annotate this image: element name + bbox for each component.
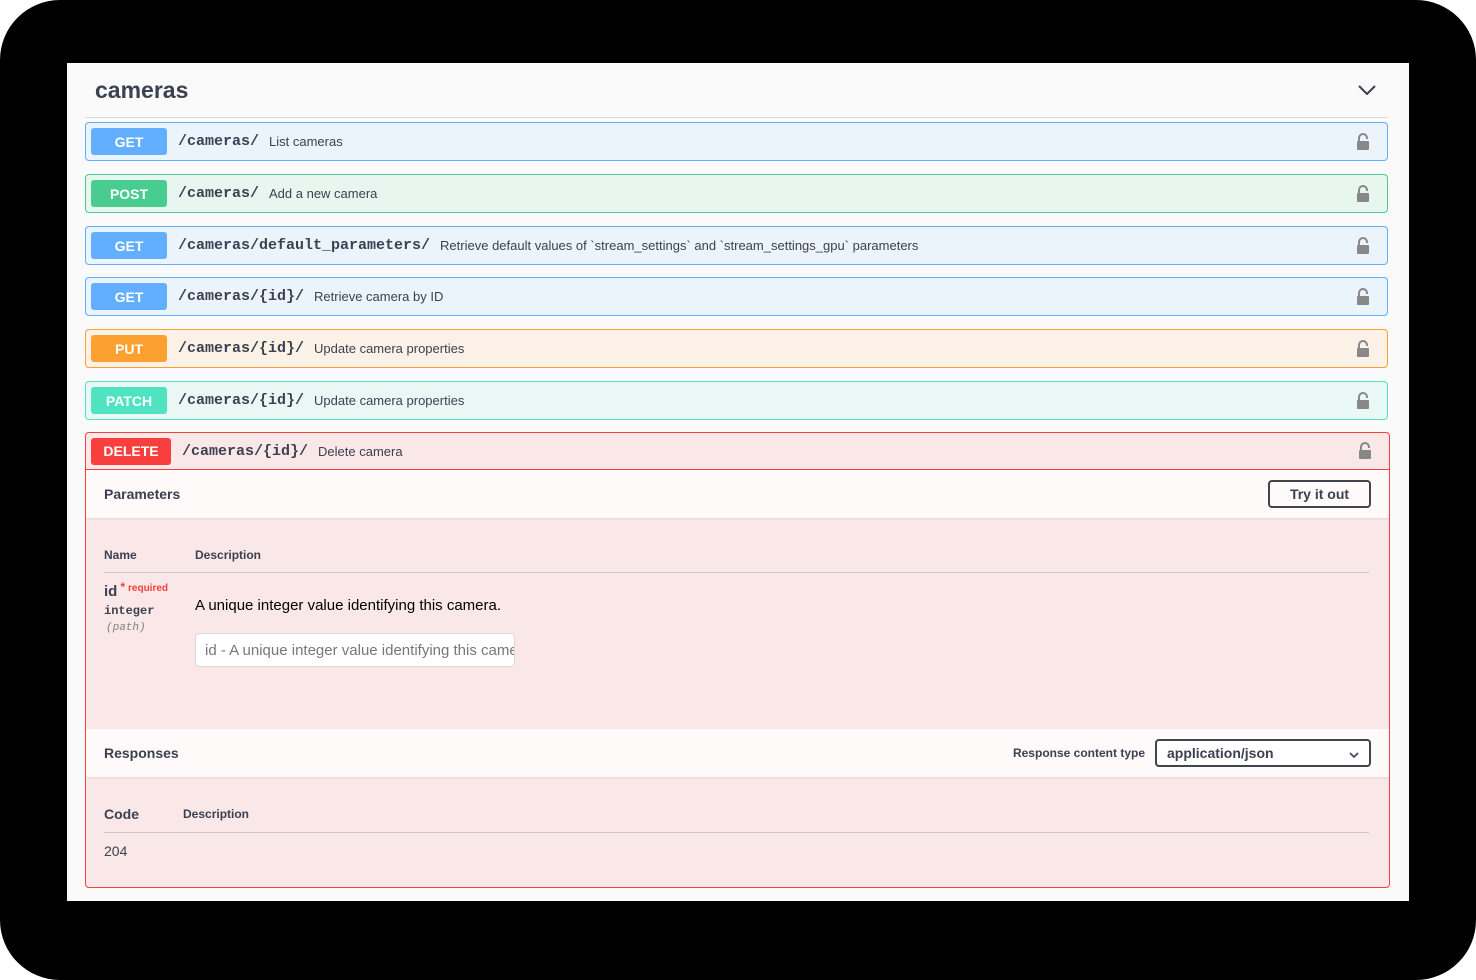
response-col-description: Description [183, 807, 250, 821]
required-star: * [120, 580, 126, 594]
method-badge: DELETE [91, 437, 171, 465]
operation-path: /cameras/{id}/ [178, 340, 305, 357]
chevron-down-icon [1349, 745, 1359, 761]
param-location: (path) [106, 622, 146, 634]
chevron-down-icon[interactable] [1356, 79, 1378, 101]
operation-summary: Retrieve camera by ID [314, 289, 444, 304]
lock-icon[interactable] [1356, 133, 1370, 151]
tag-header-cameras[interactable]: cameras [85, 63, 1388, 118]
swagger-screen: cameras GET /cameras/ List cameras POST … [67, 63, 1409, 901]
operation-get-default-parameters[interactable]: GET /cameras/default_parameters/ Retriev… [85, 226, 1388, 265]
operation-put-camera[interactable]: PUT /cameras/{id}/ Update camera propert… [85, 329, 1388, 368]
operation-summary: Update camera properties [314, 341, 465, 356]
method-badge: GET [91, 283, 167, 310]
method-badge: GET [91, 232, 167, 259]
response-col-code: Code [104, 806, 139, 822]
response-header-divider [104, 832, 1369, 833]
response-content-type: Response content type application/json [1013, 739, 1371, 767]
tag-title: cameras [95, 76, 189, 103]
operation-summary: Retrieve default values of `stream_setti… [440, 238, 919, 253]
param-description: A unique integer value identifying this … [195, 597, 502, 614]
param-col-name: Name [104, 548, 137, 562]
parameters-section-header: Parameters Try it out [86, 470, 1389, 518]
lock-icon[interactable] [1358, 442, 1372, 460]
operation-get-camera-by-id[interactable]: GET /cameras/{id}/ Retrieve camera by ID [85, 277, 1388, 316]
param-header-divider [104, 572, 1369, 573]
param-name-text: id [104, 583, 118, 600]
method-badge: POST [91, 180, 167, 207]
operation-patch-camera[interactable]: PATCH /cameras/{id}/ Update camera prope… [85, 381, 1388, 420]
responses-section-header: Responses Response content type applicat… [86, 729, 1389, 777]
response-code: 204 [104, 843, 128, 859]
operation-summary: Add a new camera [269, 186, 378, 201]
operation-summary: Update camera properties [314, 393, 465, 408]
param-col-description: Description [195, 548, 262, 562]
try-it-out-button[interactable]: Try it out [1268, 480, 1371, 508]
lock-icon[interactable] [1356, 237, 1370, 255]
content-type-value: application/json [1167, 745, 1274, 761]
operation-path: /cameras/ [178, 133, 260, 150]
lock-icon[interactable] [1356, 340, 1370, 358]
operation-post-cameras[interactable]: POST /cameras/ Add a new camera [85, 174, 1388, 213]
content-type-label: Response content type [1012, 746, 1145, 760]
operation-delete-camera-expanded: DELETE /cameras/{id}/ Delete camera Para… [85, 432, 1390, 888]
required-label: required [128, 583, 169, 594]
param-type: integer [104, 604, 155, 618]
responses-title: Responses [104, 745, 179, 761]
operation-path: /cameras/default_parameters/ [178, 237, 431, 254]
operation-summary: Delete camera [318, 443, 403, 459]
operation-path: /cameras/{id}/ [178, 392, 305, 409]
operation-path: /cameras/ [178, 185, 260, 202]
param-name: id * required [104, 580, 169, 600]
content-type-select[interactable]: application/json [1155, 739, 1371, 767]
method-badge: GET [91, 128, 167, 155]
operation-get-cameras[interactable]: GET /cameras/ List cameras [85, 122, 1388, 161]
operation-summary: List cameras [269, 134, 343, 149]
lock-icon[interactable] [1356, 185, 1370, 203]
method-badge: PATCH [91, 387, 167, 414]
method-badge: PUT [91, 335, 167, 362]
operation-path: /cameras/{id}/ [182, 442, 309, 460]
operation-delete-header[interactable]: DELETE /cameras/{id}/ Delete camera [86, 433, 1389, 470]
lock-icon[interactable] [1356, 392, 1370, 410]
operation-path: /cameras/{id}/ [178, 288, 305, 305]
parameters-title: Parameters [104, 486, 181, 502]
lock-icon[interactable] [1356, 288, 1370, 306]
id-input[interactable]: id - A unique integer value identifying … [195, 633, 515, 667]
